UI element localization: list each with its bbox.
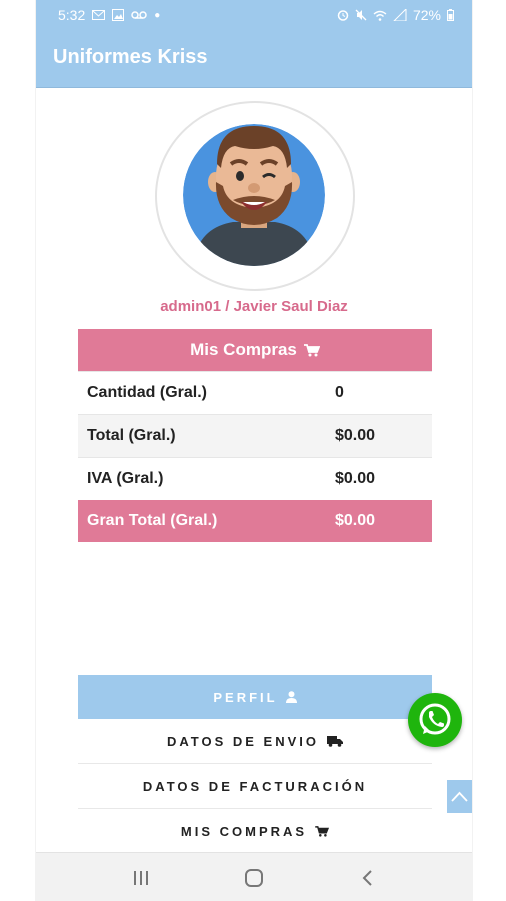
menu-item-label: PERFIL — [213, 689, 278, 705]
image-icon — [112, 9, 125, 21]
back-icon[interactable] — [360, 869, 374, 887]
row-label: Cantidad (Gral.) — [87, 384, 208, 401]
menu-item-datos-facturacion[interactable]: DATOS DE FACTURACIÓN — [78, 764, 432, 809]
account-menu: PERFIL DATOS DE ENVIO DATOS DE FACTURACI… — [78, 675, 432, 854]
menu-item-mis-compras[interactable]: MIS COMPRAS — [78, 809, 432, 854]
signal-icon — [393, 9, 407, 21]
home-icon[interactable] — [244, 869, 264, 887]
voicemail-icon — [131, 11, 147, 19]
row-value: 0 — [335, 384, 344, 401]
alarm-icon — [337, 10, 349, 21]
phone-screen: 5:32 ● 72% Uniformes Kriss admin01 / Jav… — [36, 0, 472, 901]
user-icon — [285, 691, 297, 703]
row-value: $0.00 — [335, 512, 376, 529]
row-label: Gran Total (Gral.) — [87, 512, 218, 529]
scroll-to-top-button[interactable] — [447, 780, 472, 813]
summary-row-iva: IVA (Gral.) $0.00 — [78, 457, 432, 500]
mail-icon — [92, 10, 106, 20]
battery-level: 72% — [412, 7, 441, 23]
cart-icon — [303, 343, 320, 356]
cart-icon — [315, 825, 330, 837]
summary-header: Mis Compras — [78, 329, 432, 371]
app-title: Uniformes Kriss — [53, 46, 208, 68]
status-bar: 5:32 ● 72% — [36, 0, 472, 30]
menu-item-label: DATOS DE FACTURACIÓN — [142, 778, 368, 794]
summary-title: Mis Compras — [190, 340, 297, 359]
row-value: $0.00 — [335, 427, 376, 444]
truck-icon — [327, 735, 344, 747]
avatar[interactable] — [183, 124, 325, 266]
recent-apps-icon[interactable] — [132, 870, 150, 886]
user-label: admin01 / Javier Saul Diaz — [160, 298, 348, 315]
summary-row-total: Total (Gral.) $0.00 — [78, 414, 432, 457]
app-bar: Uniformes Kriss — [36, 30, 472, 88]
purchases-summary: Mis Compras Cantidad (Gral.) 0 Total (Gr… — [78, 329, 432, 542]
notification-dot-icon: ● — [154, 9, 161, 21]
battery-icon — [447, 9, 454, 21]
row-label: IVA (Gral.) — [87, 470, 164, 487]
whatsapp-button[interactable] — [408, 693, 462, 747]
chevron-up-icon — [451, 791, 468, 802]
mute-icon — [355, 9, 367, 21]
menu-item-label: DATOS DE ENVIO — [166, 733, 320, 749]
wifi-icon — [373, 10, 387, 21]
status-time: 5:32 — [58, 7, 86, 23]
summary-row-grand-total: Gran Total (Gral.) $0.00 — [78, 500, 432, 542]
menu-item-label: MIS COMPRAS — [180, 823, 308, 839]
menu-item-datos-envio[interactable]: DATOS DE ENVIO — [78, 719, 432, 764]
summary-row-quantity: Cantidad (Gral.) 0 — [78, 371, 432, 414]
row-label: Total (Gral.) — [87, 427, 176, 444]
whatsapp-icon — [419, 703, 451, 735]
row-value: $0.00 — [335, 470, 376, 487]
system-nav-bar — [36, 852, 472, 901]
menu-item-perfil[interactable]: PERFIL — [78, 675, 432, 719]
